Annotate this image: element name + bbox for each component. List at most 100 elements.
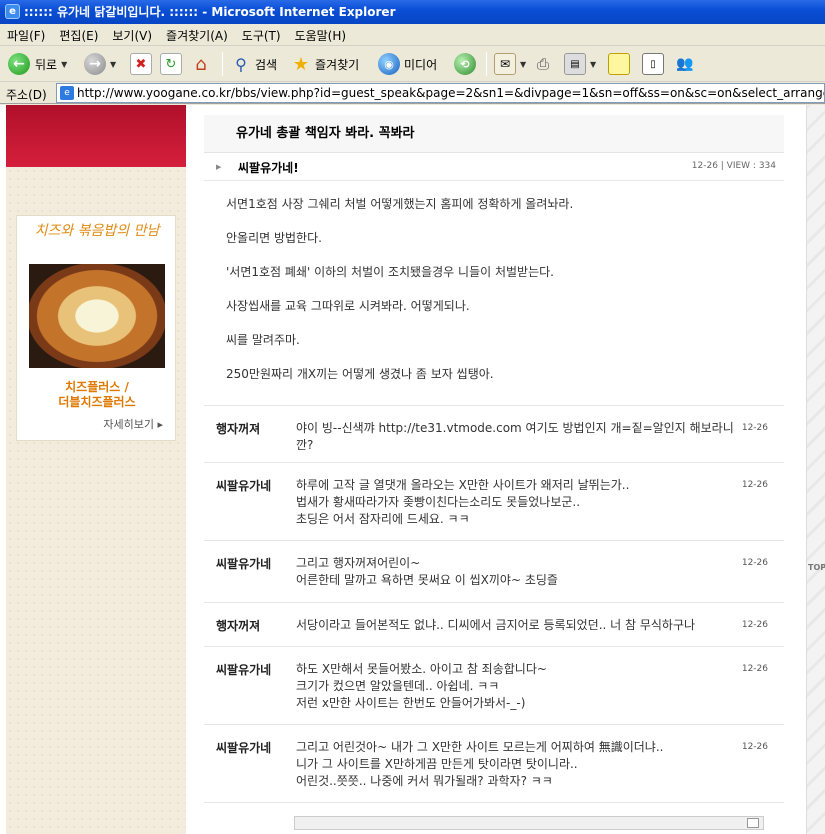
post-line: 사장씹새를 교육 그따위로 시켜봐라. 어떻게되나.: [226, 299, 470, 313]
page-viewport: 치즈와 볶음밥의 만남 치즈플러스 / 더블치즈플러스 자세히보기 ▸ 유가네 …: [0, 105, 825, 834]
comment-text: 하루에 고작 글 열댓개 올라오는 X만한 사이트가 왜저리 날뛰는가.. 법새…: [296, 477, 736, 528]
edit-button[interactable]: ▤ ▼: [564, 51, 596, 77]
promo-box[interactable]: 치즈와 볶음밥의 만남 치즈플러스 / 더블치즈플러스 자세히보기 ▸: [16, 215, 176, 441]
address-bar: 주소(D) e http://www.yoogane.co.kr/bbs/vie…: [0, 82, 825, 104]
menu-help[interactable]: 도움말(H): [288, 24, 354, 46]
device-icon: ▯: [642, 53, 664, 75]
favorites-button[interactable]: ★ 즐겨찾기: [290, 51, 359, 77]
promo-title: 치즈플러스 / 더블치즈플러스: [17, 380, 177, 410]
address-input[interactable]: e http://www.yoogane.co.kr/bbs/view.php?…: [56, 83, 825, 103]
post-line: 안올리면 방법한다.: [226, 231, 322, 245]
comment-item: 씨팔유가네 하도 X만해서 못들어봤소. 아이고 참 죄송합니다~ 크기가 컸으…: [204, 647, 784, 725]
promo-more-link[interactable]: 자세히보기 ▸: [103, 416, 163, 432]
edit-page-icon: ▤: [564, 53, 586, 75]
stop-icon: ✖: [130, 53, 152, 75]
back-arrow-icon: ←: [8, 53, 30, 75]
favorites-label: 즐겨찾기: [315, 57, 360, 72]
comment-line: 크기가 컸으면 알았을텐데.. 아쉽네. ㅋㅋ: [296, 679, 500, 693]
window-title: :::::: 유가네 닭갈비입니다. :::::: - Microsoft In…: [24, 5, 396, 19]
stop-button[interactable]: ✖: [130, 51, 152, 77]
media-button[interactable]: ◉ 미디어: [378, 51, 437, 77]
dropdown-arrow-icon: ▼: [590, 59, 597, 69]
comment-item: 행자꺼져 야이 빙--신색꺄 http://te31.vtmode.com 여기…: [204, 405, 784, 463]
comment-date: 12-26: [741, 480, 768, 490]
comment-line: 그리고 행자꺼져어린이~: [296, 556, 421, 570]
comment-item: 씨팔유가네 하루에 고작 글 열댓개 올라오는 X만한 사이트가 왜저리 날뛰는…: [204, 463, 784, 541]
print-button[interactable]: ⎙: [532, 51, 554, 77]
top-label: TOP: [808, 563, 825, 572]
menu-favorites[interactable]: 즐겨찾기(A): [159, 24, 235, 46]
address-label: 주소(D): [6, 88, 47, 102]
post-line: 씨를 말려주마.: [226, 333, 300, 347]
printer-icon: ⎙: [536, 55, 549, 73]
comment-date: 12-26: [741, 423, 768, 433]
history-button[interactable]: ⟲: [454, 51, 476, 77]
comment-text: 서당이라고 들어본적도 없냐.. 디씨에서 금지어로 등록되었던.. 너 참 무…: [296, 617, 736, 634]
bullet-triangle-icon: ▶: [216, 163, 222, 171]
refresh-icon: ↻: [160, 53, 182, 75]
comment-line: 어린것..쯧쯧.. 나중에 커서 뭐가될래? 과학자? ㅋㅋ: [296, 774, 553, 788]
left-header-banner: [6, 105, 186, 167]
comment-text: 하도 X만해서 못들어봤소. 아이고 참 죄송합니다~ 크기가 컸으면 알았을텐…: [296, 661, 736, 712]
comment-line: 서당이라고 들어본적도 없냐.. 디씨에서 금지어로 등록되었던.. 너 참 무…: [296, 618, 696, 632]
menu-view[interactable]: 보기(V): [105, 24, 159, 46]
menu-tools[interactable]: 도구(T): [235, 24, 288, 46]
comment-line: 저런 x만한 사이트는 한번도 안들어가봐서-_-): [296, 696, 526, 710]
post-body: 서면1호점 사장 그쉐리 처벌 어떻게했는지 홈피에 정확하게 올려놔라. 안올…: [226, 195, 766, 399]
home-button[interactable]: ⌂: [190, 51, 212, 77]
scroll-thumb[interactable]: [747, 818, 759, 828]
star-icon: ★: [292, 53, 310, 75]
comment-list: 행자꺼져 야이 빙--신색꺄 http://te31.vtmode.com 여기…: [204, 405, 784, 803]
search-label: 검색: [255, 57, 278, 72]
page-icon: e: [60, 86, 74, 100]
toolbar-separator: [486, 52, 487, 76]
research-button[interactable]: 👥: [674, 51, 696, 77]
right-decoration: [806, 105, 825, 834]
post-content: 유가네 총괄 책임자 봐라. 꼭봐라 ▶ 씨팔유가네! 12-26 | VIEW…: [204, 105, 784, 834]
mail-button[interactable]: ✉ ▼: [494, 51, 526, 77]
post-title: 유가네 총괄 책임자 봐라. 꼭봐라: [204, 115, 784, 153]
comment-author: 씨팔유가네: [216, 557, 272, 571]
forward-button[interactable]: → ▼: [84, 51, 116, 77]
back-button[interactable]: ← 뒤로 ▼: [8, 51, 67, 77]
comment-line: 야이 빙--신색꺄 http://te31.vtmode.com 여기도 방법인…: [296, 421, 734, 452]
comment-text: 그리고 행자꺼져어린이~ 어른한테 말까고 욕하면 못써요 이 씹X끼야~ 초딩…: [296, 555, 736, 589]
comment-author: 씨팔유가네: [216, 663, 272, 677]
post-line: 250만원짜리 개X끼는 어떻게 생겼나 좀 보자 씹탱아.: [226, 367, 494, 381]
comment-line: 하도 X만해서 못들어봤소. 아이고 참 죄송합니다~: [296, 662, 547, 676]
menu-edit[interactable]: 편집(E): [52, 24, 105, 46]
top-button[interactable]: TOP: [808, 563, 825, 572]
comment-author: 씨팔유가네: [216, 479, 272, 493]
search-button[interactable]: ⚲ 검색: [230, 51, 277, 77]
dropdown-arrow-icon: ▼: [61, 59, 68, 69]
post-line: '서면1호점 폐쇄' 이하의 처벌이 조치됐을경우 니들이 처벌받는다.: [226, 265, 554, 279]
post-meta: 12-26 | VIEW : 334: [691, 161, 776, 171]
comment-text: 그리고 어린것아~ 내가 그 X만한 사이트 모르는게 어찌하여 無識이더냐..…: [296, 739, 736, 790]
comment-line: 하루에 고작 글 열댓개 올라오는 X만한 사이트가 왜저리 날뛰는가..: [296, 478, 630, 492]
comment-author: 행자꺼져: [216, 422, 261, 436]
post-author: 씨팔유가네!: [238, 161, 299, 175]
toolbar-separator: [222, 52, 223, 76]
comment-text: 야이 빙--신색꺄 http://te31.vtmode.com 여기도 방법인…: [296, 420, 734, 454]
menu-file[interactable]: 파일(F): [0, 24, 52, 46]
toolbar: ← 뒤로 ▼ → ▼ ✖ ↻ ⌂ ⚲ 검색 ★ 즐겨찾기 ◉ 미디어 ⟲ ✉ ▼…: [0, 46, 825, 82]
discuss-button[interactable]: [608, 51, 630, 77]
media-label: 미디어: [404, 57, 438, 72]
people-icon: 👥: [676, 56, 694, 72]
horizontal-scrollbar[interactable]: [294, 816, 764, 830]
post-line: 서면1호점 사장 그쉐리 처벌 어떻게했는지 홈피에 정확하게 올려놔라.: [226, 197, 574, 211]
comment-item: 행자꺼져 서당이라고 들어본적도 없냐.. 디씨에서 금지어로 등록되었던.. …: [204, 603, 784, 647]
comment-line: 법새가 황새따라가자 좆빵이친다는소리도 못들었나보군..: [296, 495, 581, 509]
comment-date: 12-26: [741, 558, 768, 568]
comment-line: 초딩은 어서 잠자리에 드세요. ㅋㅋ: [296, 512, 470, 526]
history-icon: ⟲: [454, 53, 476, 75]
menu-bar: 파일(F) 편집(E) 보기(V) 즐겨찾기(A) 도구(T) 도움말(H): [0, 24, 825, 46]
comment-date: 12-26: [741, 620, 768, 630]
comment-date: 12-26: [741, 742, 768, 752]
refresh-button[interactable]: ↻: [160, 51, 182, 77]
messenger-button[interactable]: ▯: [642, 51, 664, 77]
comment-author: 행자꺼져: [216, 619, 261, 633]
note-icon: [608, 53, 630, 75]
media-icon: ◉: [378, 53, 400, 75]
home-icon: ⌂: [195, 53, 207, 75]
